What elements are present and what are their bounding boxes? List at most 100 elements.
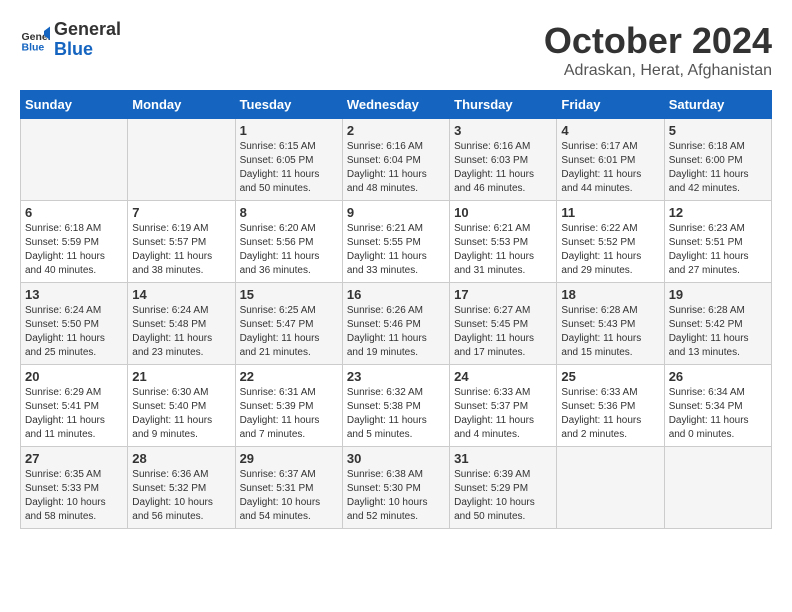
day-number: 10 (454, 205, 552, 220)
day-number: 14 (132, 287, 230, 302)
calendar-cell: 24Sunrise: 6:33 AM Sunset: 5:37 PM Dayli… (450, 365, 557, 447)
day-info: Sunrise: 6:16 AM Sunset: 6:04 PM Dayligh… (347, 140, 445, 196)
svg-text:Blue: Blue (22, 41, 45, 53)
day-number: 31 (454, 451, 552, 466)
calendar-cell: 26 Sunrise: 6:34 AM Sunset: 5:34 PM Dayli… (664, 365, 771, 447)
weekday-header-friday: Friday (557, 91, 664, 119)
day-number: 3 (454, 123, 552, 138)
calendar-cell: 31 Sunrise: 6:39 AM Sunset: 5:29 PM Dayli… (450, 447, 557, 529)
day-info: Sunrise: 6:34 AM Sunset: 5:34 PM Dayligh… (669, 386, 767, 442)
day-info: Sunrise: 6:15 AM Sunset: 6:05 PM Dayligh… (240, 140, 338, 196)
weekday-header-monday: Monday (128, 91, 235, 119)
day-number: 9 (347, 205, 445, 220)
day-number: 12 (669, 205, 767, 220)
calendar-cell: 18Sunrise: 6:28 AM Sunset: 5:43 PM Dayli… (557, 283, 664, 365)
day-info: Sunrise: 6:21 AM Sunset: 5:53 PM Dayligh… (454, 222, 552, 278)
weekday-header-sunday: Sunday (21, 91, 128, 119)
calendar-cell: 29Sunrise: 6:37 AM Sunset: 5:31 PM Dayli… (235, 447, 342, 529)
calendar-cell (664, 447, 771, 529)
calendar-cell: 14 Sunrise: 6:24 AM Sunset: 5:48 PM Dayli… (128, 283, 235, 365)
day-info: Sunrise: 6:24 AM Sunset: 5:48 PM Dayligh… (132, 304, 230, 360)
logo: General Blue General Blue (20, 20, 121, 60)
calendar-cell: 2 Sunrise: 6:16 AM Sunset: 6:04 PM Daylig… (342, 119, 449, 201)
calendar-cell: 10 Sunrise: 6:21 AM Sunset: 5:53 PM Dayli… (450, 201, 557, 283)
day-info: Sunrise: 6:36 AM Sunset: 5:32 PM Dayligh… (132, 468, 230, 524)
calendar-cell: 6Sunrise: 6:18 AM Sunset: 5:59 PM Daylig… (21, 201, 128, 283)
month-title: October 2024 (544, 20, 772, 62)
day-number: 28 (132, 451, 230, 466)
weekday-header-wednesday: Wednesday (342, 91, 449, 119)
day-info: Sunrise: 6:32 AM Sunset: 5:38 PM Dayligh… (347, 386, 445, 442)
day-info: Sunrise: 6:35 AM Sunset: 5:33 PM Dayligh… (25, 468, 123, 524)
weekday-header-row: SundayMondayTuesdayWednesdayThursdayFrid… (21, 91, 772, 119)
calendar-cell: 16Sunrise: 6:26 AM Sunset: 5:46 PM Dayli… (342, 283, 449, 365)
calendar-cell (557, 447, 664, 529)
day-number: 18 (561, 287, 659, 302)
day-number: 7 (132, 205, 230, 220)
calendar-cell: 23Sunrise: 6:32 AM Sunset: 5:38 PM Dayli… (342, 365, 449, 447)
calendar-cell: 19 Sunrise: 6:28 AM Sunset: 5:42 PM Dayli… (664, 283, 771, 365)
calendar-cell: 21Sunrise: 6:30 AM Sunset: 5:40 PM Dayli… (128, 365, 235, 447)
day-number: 22 (240, 369, 338, 384)
day-number: 24 (454, 369, 552, 384)
day-number: 26 (669, 369, 767, 384)
calendar-cell: 7 Sunrise: 6:19 AM Sunset: 5:57 PM Daylig… (128, 201, 235, 283)
calendar-cell: 12 Sunrise: 6:23 AM Sunset: 5:51 PM Dayli… (664, 201, 771, 283)
day-info: Sunrise: 6:19 AM Sunset: 5:57 PM Dayligh… (132, 222, 230, 278)
calendar-week-row: 13Sunrise: 6:24 AM Sunset: 5:50 PM Dayli… (21, 283, 772, 365)
calendar-cell: 5 Sunrise: 6:18 AM Sunset: 6:00 PM Daylig… (664, 119, 771, 201)
weekday-header-tuesday: Tuesday (235, 91, 342, 119)
day-info: Sunrise: 6:33 AM Sunset: 5:36 PM Dayligh… (561, 386, 659, 442)
day-number: 8 (240, 205, 338, 220)
day-info: Sunrise: 6:18 AM Sunset: 6:00 PM Dayligh… (669, 140, 767, 196)
day-info: Sunrise: 6:25 AM Sunset: 5:47 PM Dayligh… (240, 304, 338, 360)
day-info: Sunrise: 6:39 AM Sunset: 5:29 PM Dayligh… (454, 468, 552, 524)
calendar-cell (128, 119, 235, 201)
day-number: 19 (669, 287, 767, 302)
day-number: 4 (561, 123, 659, 138)
day-number: 16 (347, 287, 445, 302)
day-info: Sunrise: 6:28 AM Sunset: 5:42 PM Dayligh… (669, 304, 767, 360)
day-number: 15 (240, 287, 338, 302)
calendar-week-row: 20Sunrise: 6:29 AM Sunset: 5:41 PM Dayli… (21, 365, 772, 447)
day-info: Sunrise: 6:37 AM Sunset: 5:31 PM Dayligh… (240, 468, 338, 524)
day-number: 21 (132, 369, 230, 384)
weekday-header-thursday: Thursday (450, 91, 557, 119)
logo-icon: General Blue (20, 25, 50, 55)
day-number: 1 (240, 123, 338, 138)
calendar-cell: 3Sunrise: 6:16 AM Sunset: 6:03 PM Daylig… (450, 119, 557, 201)
calendar-cell: 15 Sunrise: 6:25 AM Sunset: 5:47 PM Dayli… (235, 283, 342, 365)
day-info: Sunrise: 6:27 AM Sunset: 5:45 PM Dayligh… (454, 304, 552, 360)
day-number: 27 (25, 451, 123, 466)
calendar-cell: 17Sunrise: 6:27 AM Sunset: 5:45 PM Dayli… (450, 283, 557, 365)
day-info: Sunrise: 6:20 AM Sunset: 5:56 PM Dayligh… (240, 222, 338, 278)
calendar-cell: 20Sunrise: 6:29 AM Sunset: 5:41 PM Dayli… (21, 365, 128, 447)
title-area: October 2024 Adraskan, Herat, Afghanista… (544, 20, 772, 80)
day-info: Sunrise: 6:18 AM Sunset: 5:59 PM Dayligh… (25, 222, 123, 278)
day-info: Sunrise: 6:23 AM Sunset: 5:51 PM Dayligh… (669, 222, 767, 278)
calendar-cell: 11 Sunrise: 6:22 AM Sunset: 5:52 PM Dayli… (557, 201, 664, 283)
calendar-table: SundayMondayTuesdayWednesdayThursdayFrid… (20, 90, 772, 529)
calendar-cell: 27 Sunrise: 6:35 AM Sunset: 5:33 PM Dayli… (21, 447, 128, 529)
day-info: Sunrise: 6:21 AM Sunset: 5:55 PM Dayligh… (347, 222, 445, 278)
header: General Blue General Blue October 2024 A… (20, 20, 772, 80)
day-number: 30 (347, 451, 445, 466)
day-number: 2 (347, 123, 445, 138)
calendar-cell: 22 Sunrise: 6:31 AM Sunset: 5:39 PM Dayli… (235, 365, 342, 447)
day-info: Sunrise: 6:38 AM Sunset: 5:30 PM Dayligh… (347, 468, 445, 524)
day-number: 5 (669, 123, 767, 138)
day-info: Sunrise: 6:31 AM Sunset: 5:39 PM Dayligh… (240, 386, 338, 442)
location-title: Adraskan, Herat, Afghanistan (544, 62, 772, 80)
calendar-cell: 8 Sunrise: 6:20 AM Sunset: 5:56 PM Daylig… (235, 201, 342, 283)
calendar-week-row: 1 Sunrise: 6:15 AM Sunset: 6:05 PM Daylig… (21, 119, 772, 201)
calendar-week-row: 27 Sunrise: 6:35 AM Sunset: 5:33 PM Dayli… (21, 447, 772, 529)
calendar-cell: 13Sunrise: 6:24 AM Sunset: 5:50 PM Dayli… (21, 283, 128, 365)
day-info: Sunrise: 6:22 AM Sunset: 5:52 PM Dayligh… (561, 222, 659, 278)
day-number: 20 (25, 369, 123, 384)
day-number: 25 (561, 369, 659, 384)
day-number: 11 (561, 205, 659, 220)
logo-general: General (54, 20, 121, 40)
weekday-header-saturday: Saturday (664, 91, 771, 119)
day-info: Sunrise: 6:24 AM Sunset: 5:50 PM Dayligh… (25, 304, 123, 360)
calendar-cell: 25 Sunrise: 6:33 AM Sunset: 5:36 PM Dayli… (557, 365, 664, 447)
